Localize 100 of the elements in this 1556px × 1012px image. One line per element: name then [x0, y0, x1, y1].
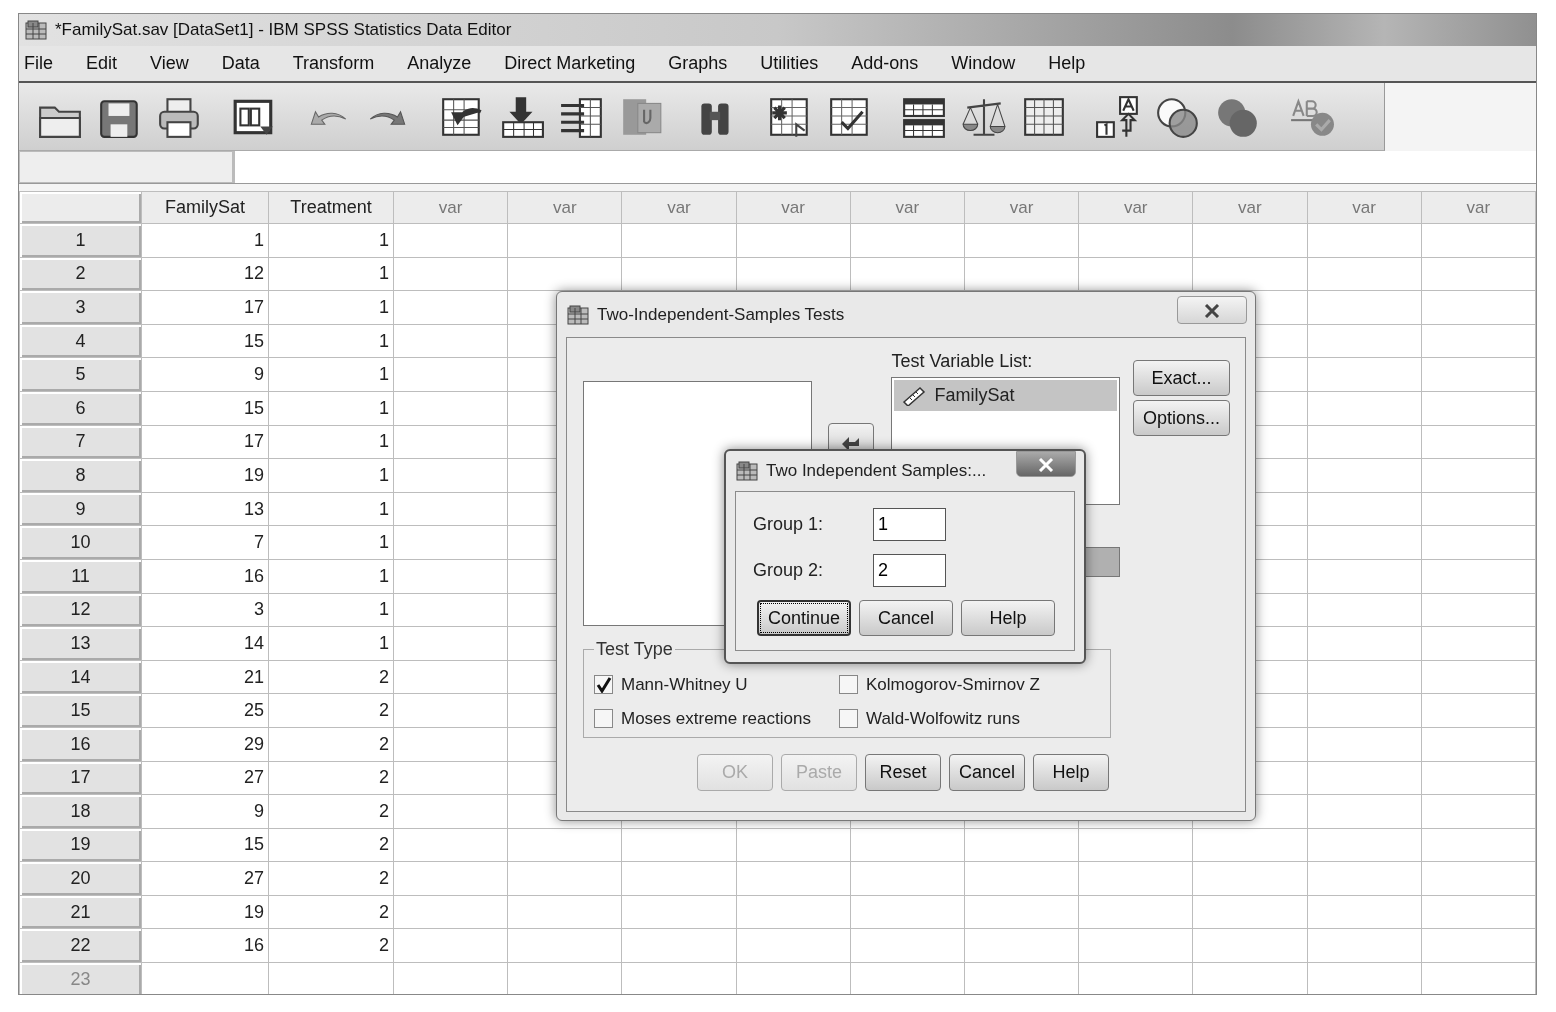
side-button[interactable]: Exact...: [1133, 360, 1230, 396]
table-cell: 2: [268, 895, 394, 929]
column-header[interactable]: var: [850, 191, 965, 224]
column-header[interactable]: var: [736, 191, 851, 224]
field-label: Group 1:: [753, 513, 825, 536]
column-header[interactable]: var: [393, 191, 508, 224]
table-cell: 19: [141, 895, 269, 929]
row-header[interactable]: 12: [19, 593, 142, 627]
dialog-button[interactable]: Cancel: [859, 600, 953, 636]
dialog-button[interactable]: Continue: [757, 600, 851, 636]
app-icon: [736, 461, 758, 481]
menu-item[interactable]: View: [145, 50, 205, 77]
row-header[interactable]: 16: [19, 727, 142, 761]
checkbox[interactable]: [594, 675, 613, 695]
row-header[interactable]: 8: [19, 458, 142, 493]
table-cell: 1: [268, 525, 394, 560]
table-cell: 2: [268, 693, 394, 728]
row-header[interactable]: 4: [19, 324, 142, 358]
row-header[interactable]: 9: [19, 492, 142, 526]
menu-item[interactable]: Transform: [287, 50, 391, 77]
menu-item[interactable]: Direct Marketing: [499, 50, 652, 77]
list-label: Test Variable List:: [891, 350, 1034, 373]
table-cell: 13: [141, 492, 269, 526]
menu-item[interactable]: Edit: [81, 50, 134, 77]
row-header[interactable]: 3: [19, 290, 142, 325]
table-cell: 27: [141, 861, 269, 896]
table-cell: 16: [141, 928, 269, 963]
menu-item[interactable]: Utilities: [755, 50, 835, 77]
row-header[interactable]: 15: [19, 693, 142, 728]
option-label: Moses extreme reactions: [621, 707, 811, 730]
row-header[interactable]: 10: [19, 525, 142, 560]
table-cell: 16: [141, 559, 269, 594]
row-header[interactable]: 21: [19, 895, 142, 929]
cell-name-field[interactable]: [19, 151, 233, 183]
group-field[interactable]: 1: [873, 508, 946, 541]
table-cell: 17: [141, 425, 269, 459]
dialog-button[interactable]: Reset: [865, 754, 941, 791]
arrow-down-grid-icon[interactable]: [499, 94, 545, 139]
column-header[interactable]: var: [1421, 191, 1536, 224]
row-header[interactable]: 20: [19, 861, 142, 896]
row-header[interactable]: 17: [19, 761, 142, 795]
row-header[interactable]: 18: [19, 794, 142, 829]
option-label: Wald-Wolfowitz runs: [866, 707, 1020, 730]
table-cell: 12: [141, 257, 269, 291]
row-header[interactable]: 7: [19, 425, 142, 459]
checkbox[interactable]: [594, 708, 613, 728]
row-header[interactable]: 19: [19, 828, 142, 862]
table-cell: 1: [268, 324, 394, 358]
table-cell: 17: [141, 290, 269, 325]
table-cell: 1: [268, 559, 394, 594]
table-cell: 1: [268, 593, 394, 627]
row-header[interactable]: 6: [19, 391, 142, 426]
dialog-button[interactable]: Cancel: [949, 754, 1025, 791]
side-button[interactable]: Options...: [1133, 400, 1230, 436]
table-cell: 2: [268, 828, 394, 862]
table-cell: 1: [268, 391, 394, 426]
menu-item[interactable]: Window: [946, 50, 1032, 77]
table-cell: 1: [268, 492, 394, 526]
table-cell: 29: [141, 727, 269, 761]
row-header[interactable]: 5: [19, 357, 142, 392]
row-header[interactable]: 1: [19, 223, 142, 258]
table-cell: 1: [268, 257, 394, 291]
arrow-icon: [841, 435, 861, 452]
table-cell: 1: [268, 458, 394, 493]
close-button[interactable]: [1177, 295, 1247, 324]
value-labels-icon[interactable]: [1095, 94, 1141, 139]
checkbox[interactable]: [839, 675, 858, 695]
close-button[interactable]: [1016, 451, 1076, 477]
column-header[interactable]: var: [507, 191, 622, 224]
column-header[interactable]: Treatment: [268, 191, 394, 224]
menu-item[interactable]: Add-ons: [846, 50, 935, 77]
table-cell: 2: [268, 794, 394, 829]
checkbox[interactable]: [839, 708, 858, 728]
option-label: Mann-Whitney U: [621, 674, 748, 696]
column-header[interactable]: FamilySat: [141, 191, 269, 224]
table-cell: 19: [141, 458, 269, 493]
column-header[interactable]: var: [1307, 191, 1422, 224]
row-header[interactable]: 13: [19, 626, 142, 661]
column-header[interactable]: var: [1192, 191, 1307, 224]
menu-item[interactable]: Analyze: [402, 50, 488, 77]
row-header[interactable]: 14: [19, 660, 142, 694]
menu-item[interactable]: Graphs: [663, 50, 744, 77]
column-header[interactable]: var: [964, 191, 1079, 224]
table-cell: 25: [141, 693, 269, 728]
column-header[interactable]: var: [621, 191, 737, 224]
table-cell: 2: [268, 928, 394, 963]
menu-item[interactable]: File: [19, 50, 69, 77]
table-cell: 15: [141, 391, 269, 426]
app-icon: [25, 20, 47, 40]
dialog-button[interactable]: Help: [1033, 754, 1109, 791]
group-field[interactable]: 2: [873, 554, 946, 587]
column-header[interactable]: var: [1078, 191, 1193, 224]
menu-item[interactable]: Help: [1043, 50, 1102, 77]
row-header[interactable]: 22: [19, 928, 142, 963]
list-item[interactable]: FamilySat: [894, 380, 1117, 411]
row-header[interactable]: 2: [19, 257, 142, 291]
dialog-button[interactable]: Help: [961, 600, 1055, 636]
table-cell: 2: [268, 861, 394, 896]
menu-item[interactable]: Data: [216, 50, 276, 77]
row-header[interactable]: 11: [19, 559, 142, 594]
